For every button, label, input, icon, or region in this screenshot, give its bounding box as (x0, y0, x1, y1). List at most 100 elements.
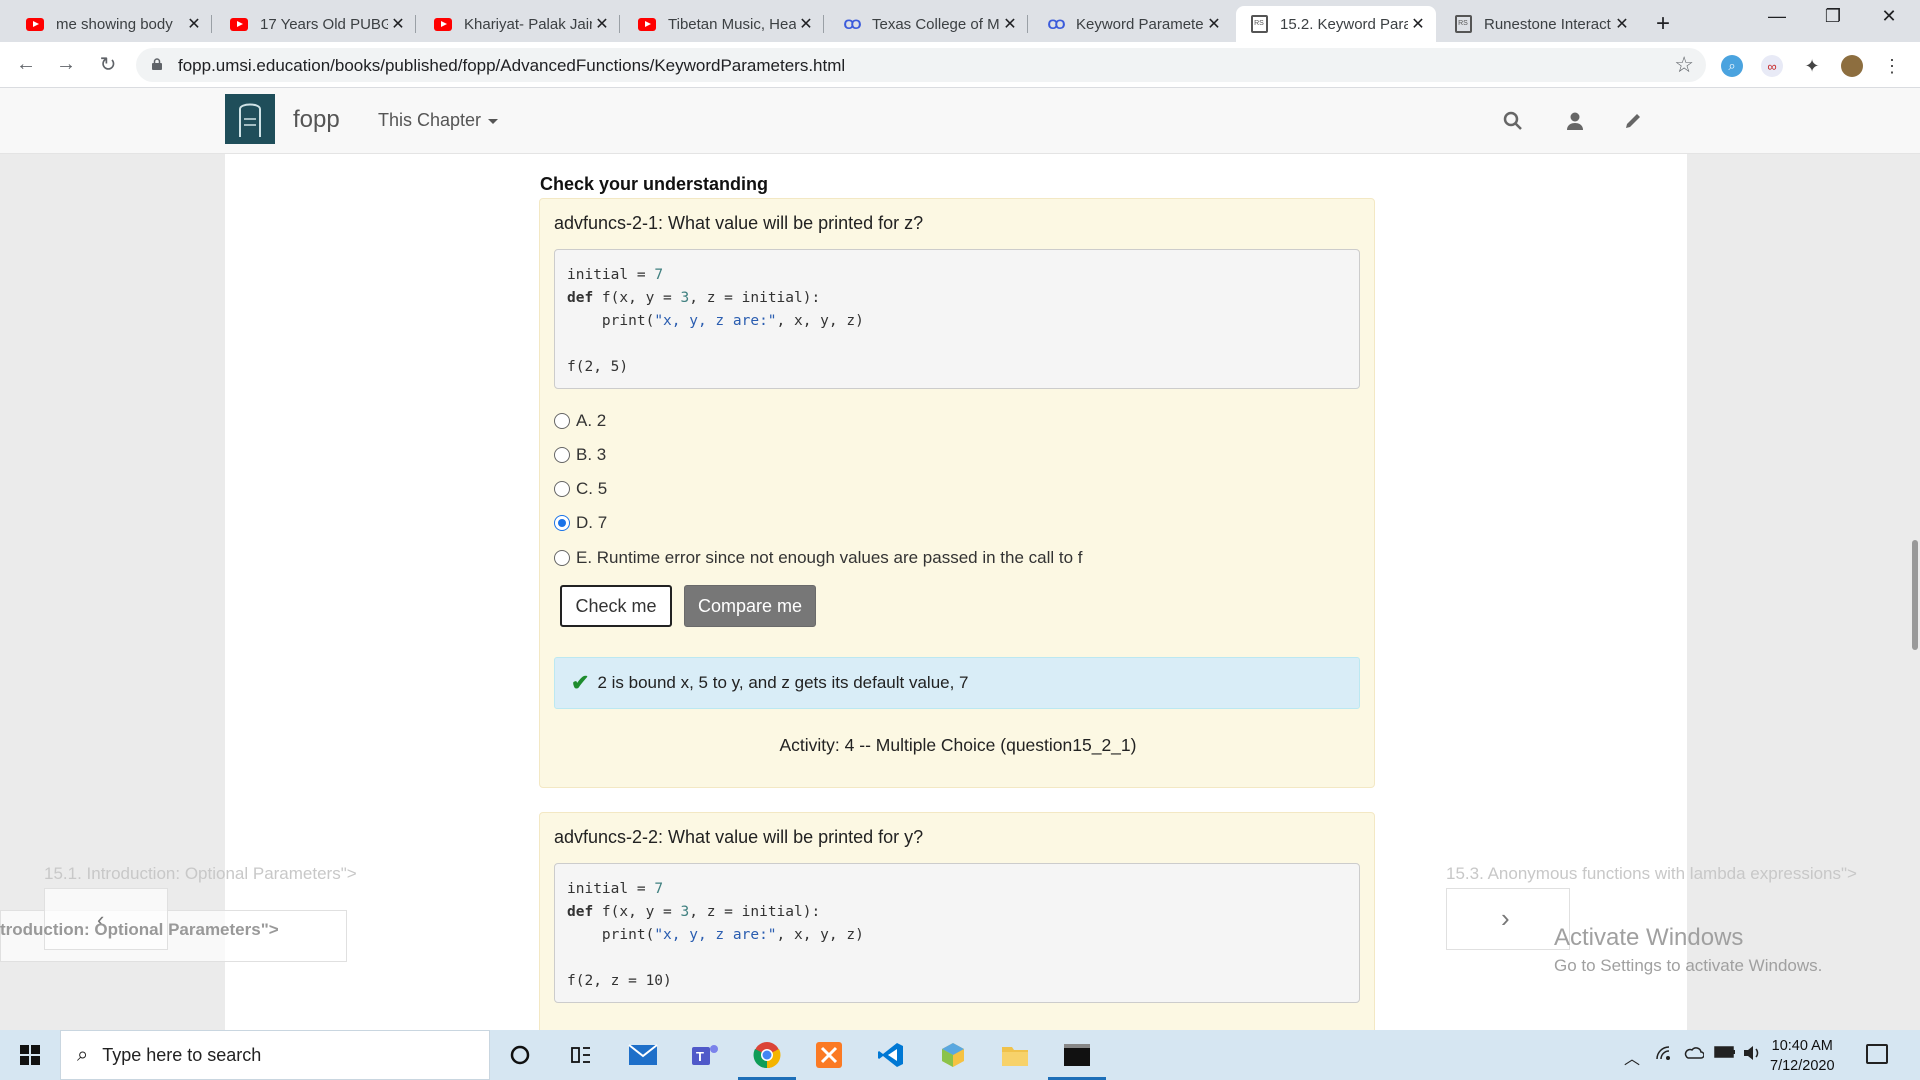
multiple-choice-question: advfuncs-2-1: What value will be printed… (539, 198, 1375, 788)
prev-arrow-box[interactable]: ‹ (44, 888, 168, 950)
bookmark-star-icon[interactable]: ☆ (1674, 52, 1694, 78)
volume-icon[interactable] (1742, 1045, 1762, 1066)
terminal-icon[interactable] (1060, 1038, 1094, 1072)
radio-button[interactable] (554, 550, 570, 566)
option-label: D. 7 (576, 513, 608, 532)
clock-time: 10:40 AM (1771, 1038, 1833, 1054)
clock-date: 7/12/2020 (1770, 1058, 1835, 1074)
tab-title: Tibetan Music, Hea (668, 15, 796, 33)
code-call-line: f(2, z = 10) (567, 973, 672, 989)
browser-tab[interactable]: CO Texas College of M ✕ (828, 6, 1028, 42)
window-close-button[interactable]: ✕ (1866, 6, 1912, 27)
user-icon[interactable] (1562, 108, 1588, 134)
answer-option-b[interactable]: B. 3 (554, 445, 606, 465)
scrollbar-thumb[interactable] (1912, 540, 1918, 650)
url-text: fopp.umsi.education/books/published/fopp… (178, 56, 846, 75)
address-bar[interactable]: fopp.umsi.education/books/published/fopp… (136, 48, 1706, 82)
runestone-icon: RS (1250, 15, 1268, 33)
answer-option-d[interactable]: D. 7 (554, 513, 607, 533)
browser-tab[interactable]: me showing body ✕ (12, 6, 212, 42)
forward-arrow-icon[interactable]: → (52, 50, 80, 78)
watermark-subtitle: Go to Settings to activate Windows. (1554, 956, 1823, 975)
radio-button-selected[interactable] (554, 515, 570, 531)
browser-tab[interactable]: RS Runestone Interact ✕ (1440, 6, 1640, 42)
code-call-line: f(2, 5) (567, 359, 629, 375)
chevron-right-icon: › (1501, 903, 1510, 933)
close-icon[interactable]: ✕ (796, 14, 816, 34)
extension-glasses-icon[interactable]: ∞ (1761, 55, 1783, 77)
extension-search-icon[interactable]: ⌕ (1721, 55, 1743, 77)
cortana-icon[interactable] (503, 1038, 537, 1072)
activate-windows-watermark: Activate Windows Go to Settings to activ… (1554, 924, 1822, 976)
next-page-link[interactable]: 15.3. Anonymous functions with lambda ex… (1446, 864, 1857, 884)
page-viewport: fopp This Chapter Check your understandi… (0, 88, 1920, 1030)
radio-button[interactable] (554, 481, 570, 497)
browser-tab-active[interactable]: RS 15.2. Keyword Para ✕ (1236, 6, 1436, 42)
answer-option-a[interactable]: A. 2 (554, 411, 606, 431)
new-tab-button[interactable]: + (1656, 10, 1670, 38)
answer-option-e[interactable]: E. Runtime error since not enough values… (554, 548, 1083, 568)
chapter-dropdown[interactable]: This Chapter (378, 110, 499, 131)
radio-button[interactable] (554, 413, 570, 429)
close-icon[interactable]: ✕ (1204, 14, 1224, 34)
file-explorer-icon[interactable] (998, 1038, 1032, 1072)
brand-link[interactable]: fopp (293, 106, 340, 134)
profile-avatar[interactable] (1841, 55, 1863, 77)
close-icon[interactable]: ✕ (1612, 14, 1632, 34)
close-icon[interactable]: ✕ (1408, 14, 1428, 34)
youtube-icon (26, 15, 44, 33)
page-scrollbar[interactable] (1910, 88, 1920, 1030)
browser-toolbar: ← → ↻ fopp.umsi.education/books/publishe… (0, 42, 1920, 88)
network-icon[interactable] (1656, 1045, 1674, 1066)
onedrive-icon[interactable] (1684, 1045, 1705, 1064)
browser-tab[interactable]: 17 Years Old PUBG ✕ (216, 6, 416, 42)
youtube-icon (434, 15, 452, 33)
restore-button[interactable]: ❐ (1810, 6, 1856, 27)
close-icon[interactable]: ✕ (1000, 14, 1020, 34)
cube-app-icon[interactable] (936, 1038, 970, 1072)
close-icon[interactable]: ✕ (592, 14, 612, 34)
radio-button[interactable] (554, 447, 570, 463)
mail-icon[interactable] (626, 1038, 660, 1072)
answer-option-c[interactable]: C. 5 (554, 479, 607, 499)
battery-icon[interactable] (1714, 1045, 1736, 1063)
task-view-icon[interactable] (564, 1038, 598, 1072)
option-label: C. 5 (576, 479, 608, 498)
browser-tab[interactable]: Tibetan Music, Hea ✕ (624, 6, 824, 42)
minimize-button[interactable]: — (1754, 6, 1800, 27)
tab-title: 15.2. Keyword Para (1280, 15, 1408, 33)
prev-page-link[interactable]: 15.1. Introduction: Optional Parameters"… (44, 864, 357, 884)
check-me-button[interactable]: Check me (560, 585, 672, 627)
tab-title: me showing body (56, 15, 173, 33)
teams-icon[interactable]: T (688, 1038, 722, 1072)
multiple-choice-question: advfuncs-2-2: What value will be printed… (539, 812, 1375, 1030)
tab-title: 17 Years Old PUBG (260, 15, 388, 33)
back-arrow-icon[interactable]: ← (12, 50, 40, 78)
search-icon[interactable] (1500, 108, 1526, 134)
site-navbar: fopp This Chapter (0, 88, 1920, 154)
lock-icon (152, 58, 162, 70)
option-label: A. 2 (576, 411, 607, 430)
browser-menu-icon[interactable]: ⋮ (1881, 55, 1903, 77)
close-icon[interactable]: ✕ (388, 14, 408, 34)
reload-icon[interactable]: ↻ (94, 50, 122, 78)
windows-start-icon[interactable] (20, 1045, 40, 1065)
feedback-text: 2 is bound x, 5 to y, and z gets its def… (597, 673, 969, 692)
runestone-logo[interactable] (225, 94, 275, 144)
notification-center-icon[interactable] (1866, 1044, 1888, 1064)
next-arrow-box[interactable]: › (1446, 888, 1570, 950)
pencil-icon[interactable] (1620, 108, 1646, 134)
browser-tab[interactable]: Khariyat- Palak Jain ✕ (420, 6, 620, 42)
taskbar-search-box[interactable]: ⌕ Type here to search (60, 1030, 490, 1080)
extensions-puzzle-icon[interactable]: ✦ (1801, 55, 1823, 77)
tray-expand-icon[interactable]: ︿ (1624, 1045, 1640, 1069)
vscode-icon[interactable] (874, 1038, 908, 1072)
xampp-icon[interactable] (812, 1038, 846, 1072)
chrome-icon[interactable] (750, 1038, 784, 1072)
compare-me-button[interactable]: Compare me (684, 585, 816, 627)
code-block: initial = 7 def f(x, y = 3, z = initial)… (554, 249, 1360, 389)
browser-tab[interactable]: CO Keyword Paramete ✕ (1032, 6, 1232, 42)
close-icon[interactable]: ✕ (184, 14, 204, 34)
caret-down-icon (488, 118, 499, 124)
system-clock[interactable]: 10:40 AM 7/12/2020 (1770, 1036, 1835, 1076)
